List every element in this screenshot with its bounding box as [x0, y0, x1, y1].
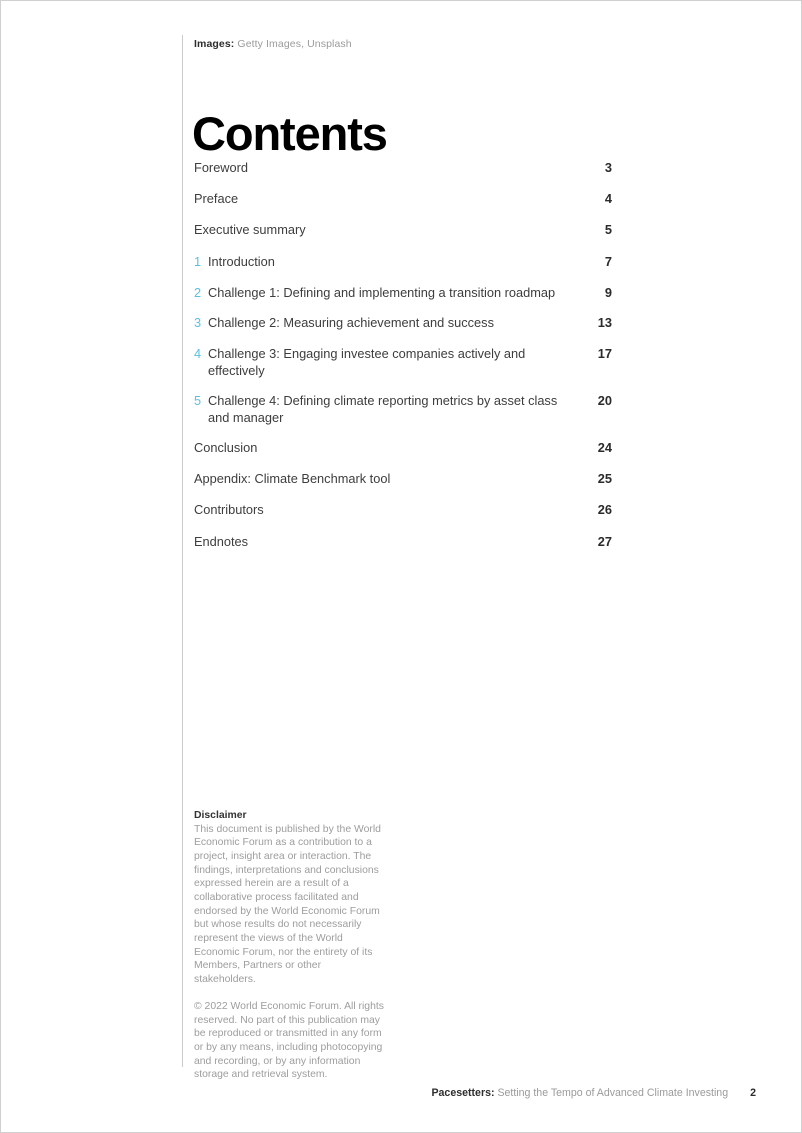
- toc-entry[interactable]: Executive summary 5: [194, 221, 612, 252]
- toc-entry-page: 17: [597, 345, 612, 361]
- toc-entry-title: Introduction: [208, 253, 275, 269]
- toc-entry-page: 25: [597, 471, 612, 487]
- toc-entry-page: 9: [604, 284, 612, 300]
- copyright-text: © 2022 World Economic Forum. All rights …: [194, 1001, 384, 1081]
- toc-entry-title: Foreword: [194, 160, 249, 175]
- toc-entry[interactable]: 2 Challenge 1: Defining and implementing …: [194, 284, 612, 314]
- toc-entry[interactable]: Appendix: Climate Benchmark tool 25: [194, 470, 612, 501]
- toc-entry-label: Endnotes: [194, 533, 248, 550]
- toc-entry-title: Executive summary: [194, 222, 306, 238]
- toc-entry[interactable]: Endnotes 27: [194, 533, 612, 564]
- left-vertical-rule: [182, 35, 183, 1067]
- image-credit-sources: Getty Images, Unsplash: [237, 38, 352, 50]
- toc-entry-label: Executive summary: [194, 221, 306, 238]
- toc-entry-number: 3: [194, 314, 202, 330]
- image-credit-line: Images: Getty Images, Unsplash: [194, 37, 352, 51]
- page-footer: Pacesetters: Setting the Tempo of Advanc…: [194, 1086, 756, 1100]
- footer-page-number: 2: [750, 1087, 756, 1099]
- disclaimer-body: This document is published by the World …: [194, 823, 381, 985]
- toc-entry-title: Endnotes: [194, 533, 249, 549]
- toc-entry-page: 13: [597, 314, 612, 330]
- toc-entry-title: Challenge 4: Defining climate reporting …: [208, 392, 558, 425]
- toc-entry-label: Preface: [194, 190, 238, 207]
- toc-entry-page: 27: [597, 533, 612, 549]
- toc-entry[interactable]: 5 Challenge 4: Defining climate reporting…: [194, 392, 612, 439]
- toc-entry-page: 26: [597, 502, 612, 518]
- image-credit-label: Images:: [194, 38, 235, 50]
- toc-entry-title: Challenge 3: Engaging investee companies…: [208, 345, 526, 378]
- footer-document-title: Pacesetters: Setting the Tempo of Advanc…: [431, 1086, 728, 1100]
- toc-entry-number: 4: [194, 345, 202, 361]
- toc-entry-page: 24: [597, 439, 612, 455]
- toc-entry-number: 2: [194, 284, 202, 300]
- toc-entry-label: 4 Challenge 3: Engaging investee companie…: [194, 345, 564, 379]
- toc-entry-label: Contributors: [194, 501, 264, 518]
- toc-entry[interactable]: Preface 4: [194, 190, 612, 221]
- disclaimer-block: Disclaimer This document is published by…: [194, 809, 384, 1082]
- toc-entry[interactable]: Foreword 3: [194, 159, 612, 190]
- toc-entry-page: 20: [597, 392, 612, 408]
- toc-entry-number: 5: [194, 392, 202, 408]
- toc-entry-label: 1 Introduction: [194, 253, 275, 270]
- toc-entry-title: Appendix: Climate Benchmark tool: [194, 471, 391, 487]
- disclaimer-heading: Disclaimer: [194, 810, 247, 821]
- page-title: Contents: [192, 107, 388, 161]
- footer-subtitle: Setting the Tempo of Advanced Climate In…: [497, 1087, 729, 1099]
- toc-entry-title: Conclusion: [194, 439, 258, 455]
- table-of-contents: Foreword 3 Preface 4 Executive summary 5 1 Intr…: [194, 159, 612, 564]
- toc-entry[interactable]: 3 Challenge 2: Measuring achievement and …: [194, 314, 612, 345]
- toc-entry-label: Conclusion: [194, 439, 257, 456]
- toc-entry-label: 2 Challenge 1: Defining and implementing …: [194, 284, 555, 301]
- toc-entry-page: 5: [604, 222, 612, 238]
- document-page: Images: Getty Images, Unsplash Contents …: [0, 0, 802, 1133]
- toc-entry-title: Contributors: [194, 502, 264, 518]
- toc-entry-page: 4: [604, 191, 612, 207]
- toc-entry[interactable]: 4 Challenge 3: Engaging investee companie…: [194, 345, 612, 392]
- toc-entry[interactable]: Contributors 26: [194, 501, 612, 532]
- toc-entry-title: Preface: [194, 191, 239, 207]
- toc-entry-number: 1: [194, 253, 202, 269]
- toc-entry-label: 3 Challenge 2: Measuring achievement and …: [194, 314, 494, 331]
- toc-entry-label: 5 Challenge 4: Defining climate reporting…: [194, 392, 564, 426]
- toc-entry-title: Challenge 1: Defining and implementing a…: [208, 284, 556, 300]
- toc-entry-label: Foreword: [194, 159, 248, 176]
- toc-entry-label: Appendix: Climate Benchmark tool: [194, 470, 390, 487]
- footer-brand: Pacesetters:: [431, 1087, 495, 1099]
- toc-entry-title: Challenge 2: Measuring achievement and s…: [208, 314, 494, 330]
- toc-entry-page: 3: [604, 160, 612, 175]
- toc-entry[interactable]: Conclusion 24: [194, 439, 612, 470]
- toc-entry-page: 7: [604, 253, 612, 269]
- toc-entry[interactable]: 1 Introduction 7: [194, 253, 612, 284]
